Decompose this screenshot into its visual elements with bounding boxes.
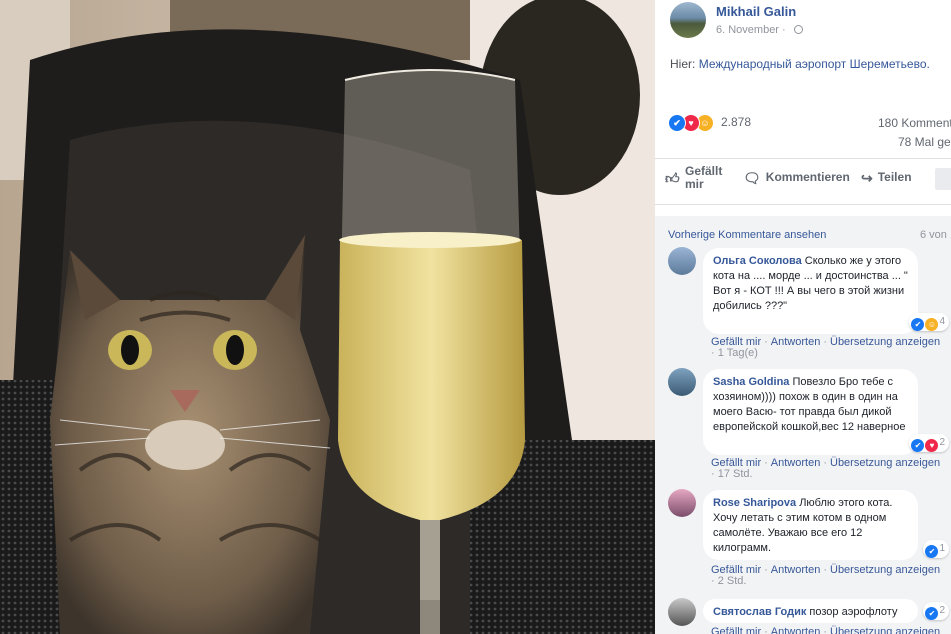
commenter-name[interactable]: Святослав Годик <box>713 606 806 618</box>
comment-translate-link[interactable]: Übersetzung anzeigen <box>830 564 940 576</box>
share-icon: ↪ <box>861 170 873 186</box>
audience-chooser[interactable] <box>935 168 951 190</box>
like-reaction-icon: ✔ <box>925 545 939 558</box>
location-link[interactable]: Международный аэропорт Шереметьево. <box>699 57 930 71</box>
comment-reactions[interactable]: ✔ ☺ 4 <box>909 313 949 331</box>
post-photo[interactable] <box>0 0 655 634</box>
comment-reactions[interactable]: ✔ 1 <box>923 540 949 558</box>
comment-reply-link[interactable]: Antworten <box>771 457 821 469</box>
post-location: Hier: Международный аэропорт Шереметьево… <box>670 57 930 71</box>
comment-reply-link[interactable]: Antworten <box>771 336 821 348</box>
divider <box>655 204 951 205</box>
comments-count[interactable]: 180 Kommentare <box>878 116 951 130</box>
share-button[interactable]: ↪ Teilen <box>861 170 912 187</box>
haha-reaction-icon: ☺ <box>925 318 939 331</box>
like-reaction-icon: ✔ <box>911 318 925 331</box>
thumbs-up-icon: 👍︎ <box>665 170 680 186</box>
cat-champagne-photo <box>0 0 655 634</box>
comment-timestamp[interactable]: · 17 Std. <box>711 468 753 480</box>
commenter-avatar[interactable] <box>668 598 696 626</box>
commenter-avatar[interactable] <box>668 368 696 396</box>
comment-timestamp[interactable]: · 1 Tag(e) <box>711 347 758 359</box>
commenter-avatar[interactable] <box>668 489 696 517</box>
reaction-count[interactable]: 2.878 <box>721 115 751 129</box>
shares-count[interactable]: 78 Mal geteilt <box>898 135 951 149</box>
love-reaction-icon: ♥ <box>925 439 939 452</box>
comment-bubble: Святослав Годик позор аэрофлоту <box>703 599 918 623</box>
post-date[interactable]: 6. November · <box>716 24 786 36</box>
author-avatar[interactable] <box>670 2 706 38</box>
comment-timestamp[interactable]: · 2 Std. <box>711 575 746 587</box>
comment-like-link[interactable]: Gefällt mir <box>711 626 761 634</box>
commenter-name[interactable]: Ольга Соколова <box>713 255 802 267</box>
like-reaction-icon: ✔ <box>668 114 686 132</box>
comment-translate-link[interactable]: Übersetzung anzeigen <box>830 626 940 634</box>
globe-icon <box>794 25 803 34</box>
comment-reply-link[interactable]: Antworten <box>771 626 821 634</box>
comment-bubble: Sasha Goldina Повезло Бро тебе с хозяино… <box>703 369 918 455</box>
location-prefix: Hier: <box>670 57 696 71</box>
commenter-name[interactable]: Rose Sharipova <box>713 497 796 509</box>
comment-reactions[interactable]: ✔ 2 <box>923 602 949 620</box>
commenter-avatar[interactable] <box>668 247 696 275</box>
comment-text: позор аэрофлоту <box>809 606 898 618</box>
post-panel: Mikhail Galin 6. November · Hier: Междун… <box>655 0 951 634</box>
comment-button[interactable]: 🗨︎ Kommentieren <box>743 170 850 187</box>
comment-bubble: Ольга Соколова Сколько же у этого кота н… <box>703 248 918 334</box>
comment-bubble: Rose Sharipova Люблю этого кота. Хочу ле… <box>703 490 918 560</box>
comment-reactions[interactable]: ✔ ♥ 2 <box>909 434 949 452</box>
comment-translate-link[interactable]: Übersetzung anzeigen <box>830 457 940 469</box>
comments-pager: 6 von 180 <box>920 229 951 241</box>
commenter-name[interactable]: Sasha Goldina <box>713 376 789 388</box>
comment-translate-link[interactable]: Übersetzung anzeigen <box>830 336 940 348</box>
like-reaction-icon: ✔ <box>911 439 925 452</box>
divider <box>655 158 951 159</box>
author-name[interactable]: Mikhail Galin <box>716 4 796 19</box>
comment-actions: Gefällt mir · Antworten · Übersetzung anzeig… <box>711 626 940 634</box>
comment-icon: 🗨︎ <box>743 170 761 186</box>
comment-reply-link[interactable]: Antworten <box>771 564 821 576</box>
like-reaction-icon: ✔ <box>925 607 939 620</box>
previous-comments-link[interactable]: Vorherige Kommentare ansehen <box>668 229 826 241</box>
